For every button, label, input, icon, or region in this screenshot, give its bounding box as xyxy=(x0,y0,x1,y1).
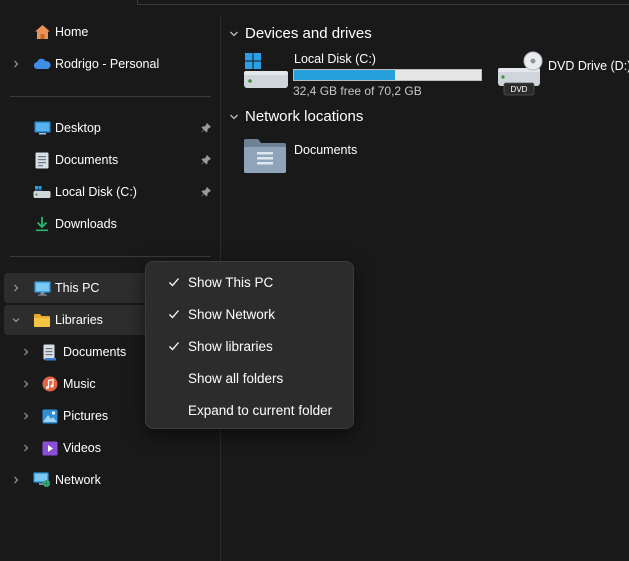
menu-label: Show Network xyxy=(188,306,276,322)
section-devices-and-drives[interactable]: Devices and drives xyxy=(228,25,372,42)
chevron-right-icon[interactable] xyxy=(10,58,22,70)
local-disk-name: Local Disk (C:) xyxy=(294,52,376,66)
nav-label-pictures: Pictures xyxy=(63,409,109,423)
checkmark-icon xyxy=(169,342,179,351)
menu-item-show-all-folders[interactable]: Show all folders xyxy=(150,363,349,393)
menu-label: Expand to current folder xyxy=(188,402,333,418)
nav-item-onedrive[interactable]: Rodrigo - Personal xyxy=(4,49,218,79)
dvd-drive-icon: DVD xyxy=(498,51,543,96)
nav-label-library-documents: Documents xyxy=(63,345,127,359)
nav-label-onedrive: Rodrigo - Personal xyxy=(55,57,160,71)
nav-label-this-pc: This PC xyxy=(55,281,100,295)
documents-library-icon xyxy=(41,343,59,361)
pin-icon[interactable] xyxy=(200,122,212,134)
nav-divider xyxy=(10,256,211,257)
nav-item-network[interactable]: Network xyxy=(4,465,218,495)
home-icon xyxy=(33,23,51,41)
onedrive-cloud-icon xyxy=(33,55,51,73)
nav-label-videos: Videos xyxy=(63,441,101,455)
dvd-drive-name: DVD Drive (D:) xyxy=(548,59,629,73)
nav-label-documents: Documents xyxy=(55,153,119,167)
chevron-right-icon[interactable] xyxy=(10,282,22,294)
videos-icon xyxy=(41,439,59,457)
menu-label: Show all folders xyxy=(188,370,284,386)
menu-label: Show This PC xyxy=(188,274,274,290)
menu-item-show-this-pc[interactable]: Show This PC xyxy=(150,267,349,297)
menu-label: Show libraries xyxy=(188,338,273,354)
music-icon xyxy=(41,375,59,393)
checkmark-icon xyxy=(169,278,179,287)
nav-item-videos[interactable]: Videos xyxy=(4,433,218,463)
chevron-down-icon[interactable] xyxy=(228,111,240,123)
section-title-network: Network locations xyxy=(245,108,364,125)
nav-label-downloads: Downloads xyxy=(55,217,117,231)
nav-item-downloads[interactable]: Downloads xyxy=(4,209,218,239)
nav-label-libraries: Libraries xyxy=(55,313,103,327)
network-icon xyxy=(33,471,51,489)
chevron-right-icon[interactable] xyxy=(20,410,32,422)
pin-icon[interactable] xyxy=(200,154,212,166)
nav-item-documents[interactable]: Documents xyxy=(4,145,218,175)
download-arrow-icon xyxy=(33,215,51,233)
documents-icon xyxy=(33,151,51,169)
disk-usage-fill xyxy=(294,70,395,80)
pin-icon[interactable] xyxy=(200,186,212,198)
chevron-right-icon[interactable] xyxy=(20,442,32,454)
network-folder-icon xyxy=(244,139,286,173)
menu-item-expand-to-current-folder[interactable]: Expand to current folder xyxy=(150,395,349,425)
menu-item-show-network[interactable]: Show Network xyxy=(150,299,349,329)
local-disk-free-space: 32,4 GB free of 70,2 GB xyxy=(293,84,422,98)
nav-item-local-disk[interactable]: Local Disk (C:) xyxy=(4,177,218,207)
nav-label-music: Music xyxy=(63,377,96,391)
nav-label-network: Network xyxy=(55,473,101,487)
folder-icon xyxy=(33,311,51,329)
network-location-name: Documents xyxy=(294,143,358,157)
nav-divider xyxy=(10,96,211,97)
chevron-right-icon[interactable] xyxy=(10,474,22,486)
computer-icon xyxy=(33,279,51,297)
menu-item-show-libraries[interactable]: Show libraries xyxy=(150,331,349,361)
chevron-right-icon[interactable] xyxy=(20,346,32,358)
chevron-down-icon[interactable] xyxy=(10,314,22,326)
checkmark-icon xyxy=(169,310,179,319)
chevron-down-icon[interactable] xyxy=(228,28,240,40)
nav-label-local-disk: Local Disk (C:) xyxy=(55,185,137,199)
disk-usage-bar xyxy=(293,69,482,81)
local-disk-icon xyxy=(33,183,51,201)
nav-label-desktop: Desktop xyxy=(55,121,101,135)
navigation-pane-context-menu: Show This PC Show Network Show libraries… xyxy=(145,261,354,429)
nav-item-desktop[interactable]: Desktop xyxy=(4,113,218,143)
nav-item-home[interactable]: Home xyxy=(4,17,218,47)
pictures-icon xyxy=(41,407,59,425)
desktop-icon xyxy=(33,119,51,137)
section-title-devices: Devices and drives xyxy=(245,25,372,42)
section-network-locations[interactable]: Network locations xyxy=(228,108,363,125)
dvd-badge-label: DVD xyxy=(511,85,528,94)
hard-drive-windows-icon xyxy=(244,53,288,88)
chevron-right-icon[interactable] xyxy=(20,378,32,390)
nav-label-home: Home xyxy=(55,25,89,39)
